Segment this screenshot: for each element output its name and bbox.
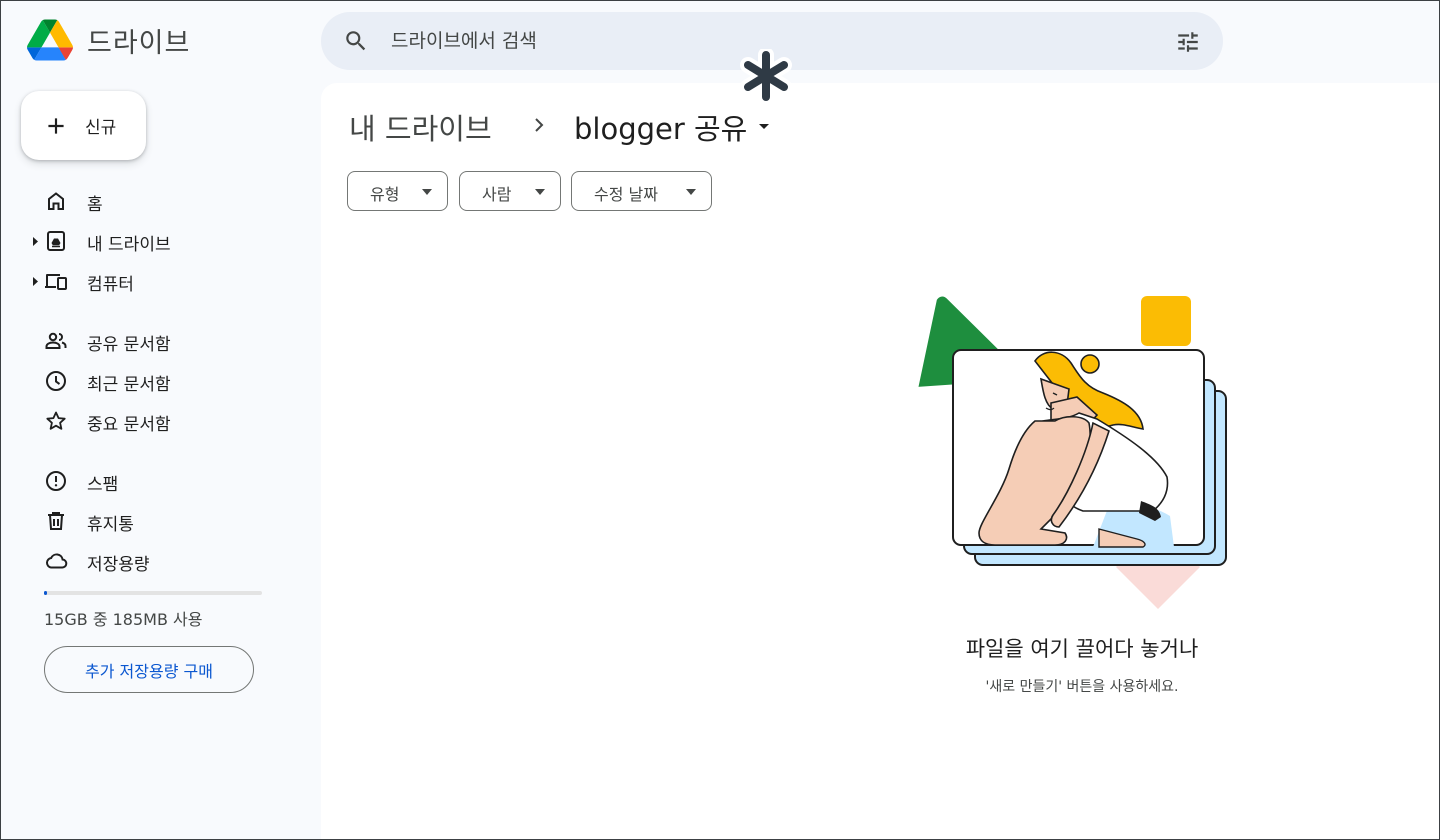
new-button[interactable]: 신규 <box>21 91 146 160</box>
search-icon[interactable] <box>343 28 369 54</box>
sidebar-item-label: 중요 문서함 <box>87 415 171 435</box>
empty-folder-illustration <box>914 293 1227 609</box>
drive-logo[interactable]: 드라이브 <box>27 19 190 61</box>
expand-arrow-icon[interactable] <box>32 237 39 246</box>
asterisk-annotation-icon <box>740 49 792 103</box>
sidebar-item-recent[interactable]: 최근 문서함 <box>1 363 291 399</box>
app-name: 드라이브 <box>87 27 191 59</box>
star-icon <box>46 411 66 430</box>
storage-progress-fill <box>44 591 47 595</box>
sidebar-item-label: 내 드라이브 <box>87 235 171 255</box>
storage-usage-text: 15GB 중 185MB 사용 <box>44 610 203 629</box>
breadcrumb-root[interactable]: 내 드라이브 <box>349 106 492 148</box>
expand-arrow-icon[interactable] <box>32 277 39 286</box>
sidebar-item-label: 최근 문서함 <box>87 375 171 395</box>
chevron-down-icon <box>535 189 545 195</box>
sidebar-item-starred[interactable]: 중요 문서함 <box>1 403 291 439</box>
sidebar-item-home[interactable]: 홈 <box>1 183 291 219</box>
trash-icon <box>48 512 64 530</box>
computers-icon <box>45 274 67 290</box>
sidebar-item-computers[interactable]: 컴퓨터 <box>1 263 291 299</box>
folder-menu-caret-icon[interactable] <box>757 122 771 132</box>
sidebar-item-label: 컴퓨터 <box>87 275 134 295</box>
breadcrumb-current-folder[interactable]: blogger 공유 <box>574 106 747 148</box>
filter-chip-label: 사람 <box>482 185 512 204</box>
chevron-down-icon <box>422 189 432 195</box>
search-options-icon[interactable] <box>1175 29 1201 55</box>
chevron-down-icon <box>686 189 696 195</box>
chevron-right-icon <box>535 118 544 132</box>
google-drive-icon <box>27 19 73 61</box>
buy-storage-button[interactable]: 추가 저장용량 구매 <box>44 646 254 693</box>
sidebar-item-shared[interactable]: 공유 문서함 <box>1 323 291 359</box>
filter-chip-label: 수정 날짜 <box>594 185 658 204</box>
home-icon <box>48 192 64 210</box>
cloud-icon <box>45 553 68 569</box>
sidebar-item-trash[interactable]: 휴지통 <box>1 503 291 539</box>
filter-chip-label: 유형 <box>370 185 400 204</box>
shared-icon <box>45 332 67 349</box>
sidebar-item-label: 저장용량 <box>87 555 150 575</box>
plus-icon <box>48 117 64 134</box>
sidebar-item-label: 공유 문서함 <box>87 335 171 355</box>
filter-modified-chip[interactable]: 수정 날짜 <box>571 171 712 211</box>
filter-people-chip[interactable]: 사람 <box>459 171 561 211</box>
sidebar-item-my-drive[interactable]: 내 드라이브 <box>1 223 291 259</box>
sidebar-item-label: 홈 <box>87 195 103 215</box>
sidebar-item-storage[interactable]: 저장용량 <box>1 543 291 579</box>
clock-icon <box>46 371 66 391</box>
sidebar-item-label: 휴지통 <box>87 515 134 535</box>
sidebar-item-label: 스팸 <box>87 475 119 495</box>
filter-type-chip[interactable]: 유형 <box>347 171 448 211</box>
my-drive-icon <box>47 231 65 251</box>
empty-state-title: 파일을 여기 끌어다 놓거나 <box>965 637 1199 661</box>
storage-progress-bar <box>44 591 262 595</box>
spam-icon <box>46 471 66 491</box>
sidebar-item-spam[interactable]: 스팸 <box>1 463 291 499</box>
empty-state-subtitle: '새로 만들기' 버튼을 사용하세요. <box>985 679 1179 695</box>
new-button-label: 신규 <box>85 118 117 138</box>
